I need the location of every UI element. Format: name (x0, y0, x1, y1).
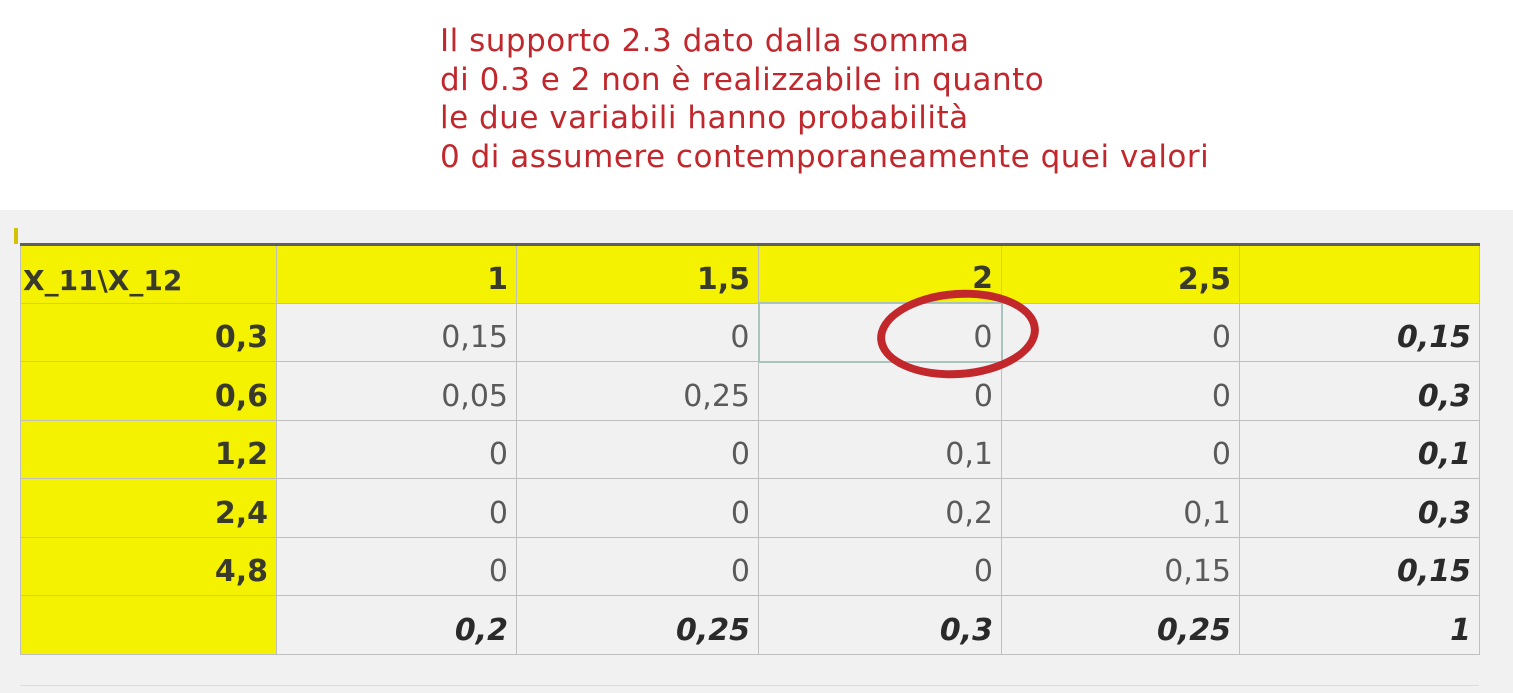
table-cell[interactable]: 0,05 (276, 361, 517, 421)
totals-row: 0,2 0,25 0,3 0,25 1 (20, 595, 1480, 655)
handwritten-annotation: Il supporto 2.3 dato dalla somma di 0.3 … (440, 22, 1440, 176)
row-total-cell[interactable]: 0,1 (1239, 419, 1480, 479)
row-total-cell[interactable]: 0,3 (1239, 478, 1480, 538)
header-row: X_11\X_12 1 1,5 2 2,5 (20, 243, 1480, 304)
bottom-divider (20, 685, 1479, 686)
table-cell[interactable]: 0 (516, 419, 759, 479)
col-header-1[interactable]: 1 (276, 243, 517, 304)
annotation-line-2: di 0.3 e 2 non è realizzabile in quanto (440, 61, 1045, 98)
table-cell[interactable]: 0,15 (1001, 536, 1240, 596)
row-header[interactable]: 0,3 (20, 302, 277, 362)
joint-probability-table: X_11\X_12 1 1,5 2 2,5 0,3 0,15 0 0 0 0,1… (20, 243, 1480, 655)
table-cell[interactable]: 0 (1001, 419, 1240, 479)
table-row: 0,3 0,15 0 0 0 0,15 (20, 302, 1480, 363)
annotation-line-1: Il supporto 2.3 dato dalla somma (440, 23, 970, 59)
corner-header-cell[interactable]: X_11\X_12 (20, 243, 277, 304)
column-total-cell[interactable]: 0,25 (516, 595, 759, 655)
table-cell[interactable]: 0 (276, 419, 517, 479)
row-header[interactable]: 0,6 (20, 361, 277, 421)
table-cell[interactable]: 0 (758, 536, 1002, 596)
row-header[interactable]: 2,4 (20, 478, 277, 538)
totals-row-header[interactable] (20, 595, 277, 655)
col-header-2[interactable]: 1,5 (516, 243, 759, 304)
table-cell[interactable]: 0 (276, 478, 517, 538)
column-total-cell[interactable]: 0,3 (758, 595, 1002, 655)
cell-cursor-mark (14, 228, 18, 244)
table-cell[interactable]: 0,1 (758, 419, 1002, 479)
table-cell[interactable]: 0,25 (516, 361, 759, 421)
row-total-cell[interactable]: 0,3 (1239, 361, 1480, 421)
row-total-cell[interactable]: 0,15 (1239, 302, 1480, 362)
annotation-line-3: le due variabili hanno probabilità (440, 100, 969, 136)
table-row: 2,4 0 0 0,2 0,1 0,3 (20, 478, 1480, 538)
col-header-4[interactable]: 2,5 (1001, 243, 1240, 304)
table-row: 0,6 0,05 0,25 0 0 0,3 (20, 361, 1480, 421)
column-total-cell[interactable]: 0,2 (276, 595, 517, 655)
col-header-5[interactable] (1239, 243, 1480, 304)
table-cell[interactable]: 0 (1001, 361, 1240, 421)
table-cell[interactable]: 0 (276, 536, 517, 596)
table-cell[interactable]: 0 (516, 478, 759, 538)
column-total-cell[interactable]: 0,25 (1001, 595, 1240, 655)
row-header[interactable]: 4,8 (20, 536, 277, 596)
table-cell[interactable]: 0 (516, 302, 759, 362)
annotation-line-4: 0 di assumere contemporaneamente quei va… (440, 138, 1210, 175)
row-header[interactable]: 1,2 (20, 419, 277, 479)
table-cell[interactable]: 0,2 (758, 478, 1002, 538)
table-cell[interactable]: 0,1 (1001, 478, 1240, 538)
row-total-cell[interactable]: 0,15 (1239, 536, 1480, 596)
table-row: 4,8 0 0 0 0,15 0,15 (20, 536, 1480, 596)
table-cell[interactable]: 0,15 (276, 302, 517, 362)
grand-total-cell[interactable]: 1 (1239, 595, 1480, 655)
table-row: 1,2 0 0 0,1 0 0,1 (20, 419, 1480, 479)
table-cell[interactable]: 0 (516, 536, 759, 596)
